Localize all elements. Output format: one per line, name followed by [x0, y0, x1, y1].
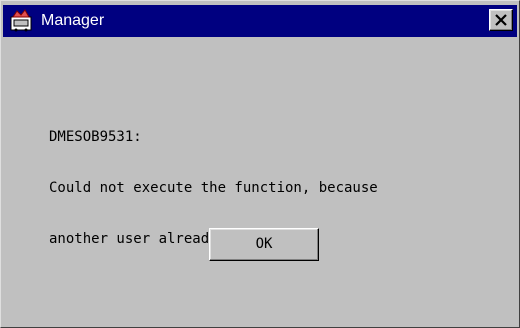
window-title: Manager: [41, 12, 105, 29]
message-dialog-window: Manager DMESOB9531: Could not execute th…: [0, 0, 520, 328]
close-button[interactable]: [489, 9, 513, 31]
close-icon: [495, 14, 507, 26]
error-text-line-1: Could not execute the function, because: [49, 180, 378, 196]
app-icon: [9, 9, 33, 33]
error-code-line: DMESOB9531:: [49, 129, 142, 145]
title-bar[interactable]: Manager: [3, 5, 517, 37]
ok-button[interactable]: OK: [209, 228, 319, 261]
